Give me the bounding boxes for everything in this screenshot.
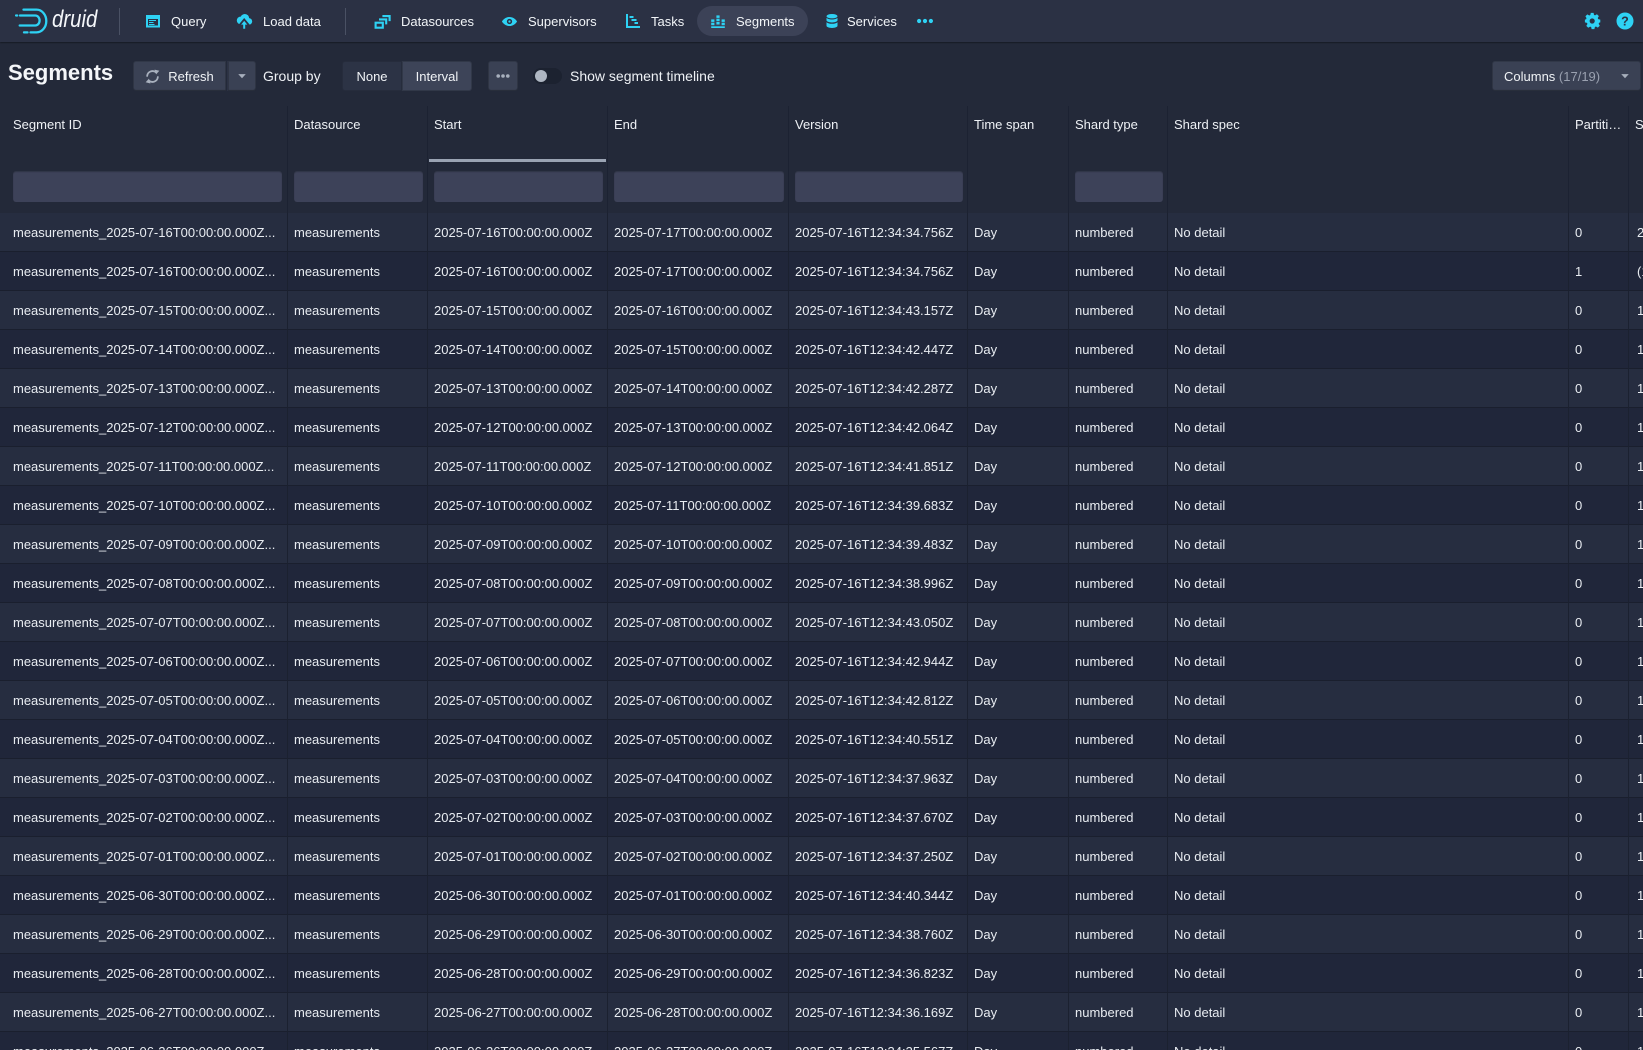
svg-text:?: ? <box>1621 14 1629 28</box>
